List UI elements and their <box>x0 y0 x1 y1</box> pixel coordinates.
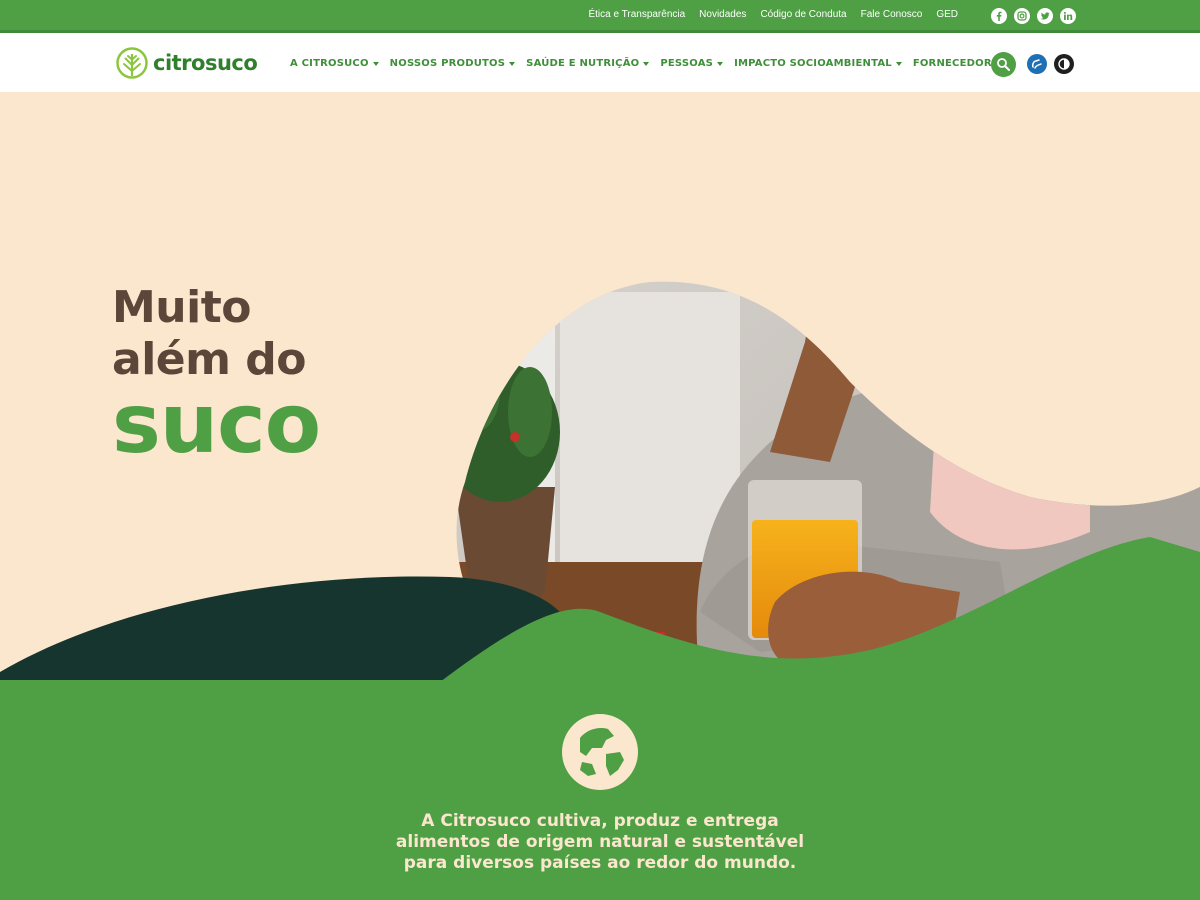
caret-down-icon <box>717 61 724 66</box>
caret-down-icon <box>509 61 516 66</box>
libras-hands-icon <box>1032 59 1042 69</box>
menu-label: A CITROSUCO <box>290 58 369 69</box>
menu-impacto-socioambiental[interactable]: IMPACTO SOCIOAMBIENTAL <box>734 58 902 69</box>
menu-pessoas[interactable]: PESSOAS <box>660 58 724 69</box>
menu-label: NOSSOS PRODUTOS <box>389 58 506 69</box>
menu-label: SAÚDE E NUTRIÇÃO <box>526 58 640 69</box>
caret-down-icon <box>643 61 650 66</box>
link-ged[interactable]: GED <box>936 9 958 20</box>
caret-down-icon <box>372 61 379 66</box>
menu-saude-nutricao[interactable]: SAÚDE E NUTRIÇÃO <box>526 58 650 69</box>
mission-line-1: A Citrosuco cultiva, produz e entrega <box>421 811 779 831</box>
caret-down-icon <box>895 61 902 66</box>
search-button[interactable] <box>991 52 1016 77</box>
social-links <box>991 8 1076 24</box>
utility-bar: Ética e Transparência Novidades Código d… <box>0 0 1200 33</box>
facebook-icon[interactable] <box>991 8 1007 24</box>
twitter-icon[interactable] <box>1037 8 1053 24</box>
menu-a-citrosuco[interactable]: A CITROSUCO <box>290 58 379 69</box>
contrast-icon <box>1058 58 1070 70</box>
menu-label: PESSOAS <box>660 58 714 69</box>
globe-icon <box>562 714 638 790</box>
logo-wordmark: citrosuco <box>153 51 258 75</box>
main-menu: A CITROSUCO NOSSOS PRODUTOS SAÚDE E NUTR… <box>290 58 1027 69</box>
hero-headline: Muito além do suco <box>112 282 321 472</box>
link-novidades[interactable]: Novidades <box>699 9 746 20</box>
leaf-logo-icon <box>116 47 148 79</box>
link-codigo-conduta[interactable]: Código de Conduta <box>760 9 846 20</box>
citrosuco-logo[interactable]: citrosuco <box>116 47 258 79</box>
link-etica[interactable]: Ética e Transparência <box>588 9 685 20</box>
mission-line-3: para diversos países ao redor do mundo. <box>403 853 797 873</box>
menu-nossos-produtos[interactable]: NOSSOS PRODUTOS <box>390 58 516 69</box>
mission-section: A Citrosuco cultiva, produz e entrega al… <box>0 680 1200 900</box>
mission-statement: A Citrosuco cultiva, produz e entrega al… <box>300 811 900 874</box>
menu-label: IMPACTO SOCIOAMBIENTAL <box>734 58 892 69</box>
hero-banner: Muito além do suco <box>0 92 1200 682</box>
search-icon <box>997 58 1010 71</box>
libras-accessibility-button[interactable] <box>1027 54 1047 74</box>
linkedin-icon[interactable] <box>1060 8 1076 24</box>
headline-line-1: Muito <box>112 282 251 333</box>
link-fale-conosco[interactable]: Fale Conosco <box>861 9 923 20</box>
utility-links: Ética e Transparência Novidades Código d… <box>588 9 958 20</box>
instagram-icon[interactable] <box>1014 8 1030 24</box>
main-navigation: citrosuco A CITROSUCO NOSSOS PRODUTOS SA… <box>0 33 1200 92</box>
contrast-button[interactable] <box>1054 54 1074 74</box>
mission-line-2: alimentos de origem natural e sustentáve… <box>395 832 805 852</box>
headline-line-3: suco <box>112 377 321 472</box>
